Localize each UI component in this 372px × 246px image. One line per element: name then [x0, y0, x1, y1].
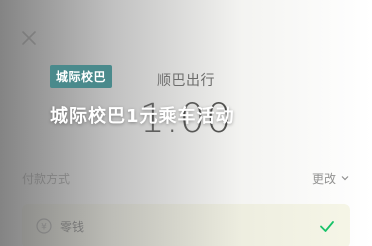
coin-icon: ¥	[36, 218, 52, 234]
payment-method-row: 付款方式 更改	[22, 166, 350, 190]
wallet-option-label: 零钱	[60, 219, 85, 234]
check-icon	[320, 221, 334, 232]
promo-badge: 城际校巴	[50, 65, 113, 88]
chevron-down-icon	[341, 176, 349, 181]
svg-text:¥: ¥	[41, 223, 47, 233]
close-icon[interactable]	[20, 29, 38, 47]
wallet-option[interactable]: ¥ 零钱	[22, 204, 350, 246]
wallet-option-left: ¥ 零钱	[36, 218, 84, 235]
payment-method-label: 付款方式	[22, 171, 71, 186]
change-label: 更改	[311, 171, 336, 186]
promo-headline: 城际校巴1元乘车活动	[50, 106, 235, 127]
payment-sheet: 顺巴出行 1.00 付款方式 更改 ¥ 零钱	[0, 12, 372, 246]
change-payment-button[interactable]: 更改	[312, 170, 350, 187]
